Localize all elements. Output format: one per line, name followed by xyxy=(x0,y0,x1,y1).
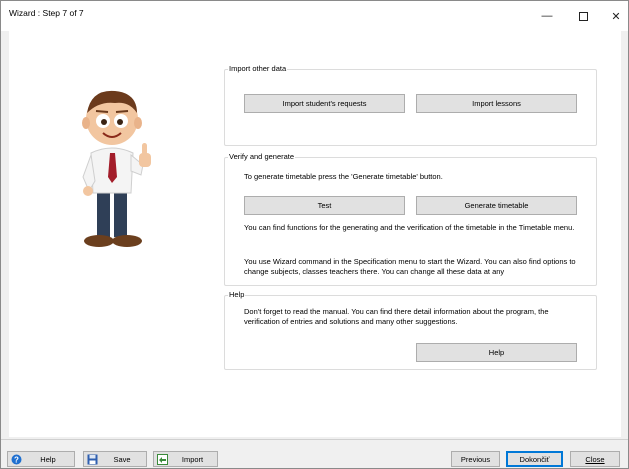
help-group-button[interactable]: Help xyxy=(416,343,577,362)
mascot-shoe-right xyxy=(112,235,142,247)
footer-import-label: Import xyxy=(181,454,204,464)
import-group-title: Import other data xyxy=(228,64,288,73)
wizard-content: Import other data Import student's reque… xyxy=(9,31,621,437)
footer-help-label: Help xyxy=(40,454,56,464)
import-lessons-button[interactable]: Import lessons xyxy=(416,94,577,113)
footer-separator xyxy=(1,439,628,440)
manual-info-text: Don't forget to read the manual. You can… xyxy=(244,307,549,326)
mascot-illustration xyxy=(82,90,151,247)
mascot-leg-right xyxy=(114,189,127,237)
title-bar: Wizard : Step 7 of 7 — ✕ xyxy=(1,1,628,31)
previous-button[interactable]: Previous xyxy=(451,451,500,467)
wizard-window: Wizard : Step 7 of 7 — ✕ Import other da… xyxy=(0,0,629,469)
wizard-info-text: You use Wizard command in the Specificat… xyxy=(244,257,576,276)
maximize-icon xyxy=(578,11,588,21)
mascot-brow-right xyxy=(115,110,129,113)
mascot-thumb xyxy=(142,143,147,155)
close-icon: ✕ xyxy=(611,10,621,23)
footer-help-button[interactable]: ? Help xyxy=(7,451,75,467)
mascot-thumb-hand xyxy=(139,153,151,167)
generate-intro-text: To generate timetable press the 'Generat… xyxy=(244,172,443,181)
finish-button[interactable]: Dokončiť xyxy=(506,451,563,467)
test-button[interactable]: Test xyxy=(244,196,405,215)
help-group-title: Help xyxy=(228,290,246,299)
generate-timetable-button[interactable]: Generate timetable xyxy=(416,196,577,215)
close-button-label: Close xyxy=(585,454,605,464)
close-button[interactable]: Close xyxy=(570,451,620,467)
footer-save-button[interactable]: Save xyxy=(83,451,147,467)
mascot-ear-left xyxy=(82,117,90,129)
verify-group-title: Verify and generate xyxy=(228,152,296,161)
minimize-button[interactable]: — xyxy=(529,1,565,31)
mascot-leg-left xyxy=(97,189,110,237)
close-window-button[interactable]: ✕ xyxy=(598,1,629,31)
window-title: Wizard : Step 7 of 7 xyxy=(9,8,84,18)
maximize-button[interactable] xyxy=(565,1,601,31)
functions-info-text: You can find functions for the generatin… xyxy=(244,223,575,232)
footer-import-button[interactable]: Import xyxy=(153,451,218,467)
mascot-ear-right xyxy=(134,117,142,129)
mascot-pupil-right xyxy=(117,119,123,125)
mascot-shoe-left xyxy=(84,235,114,247)
mascot-pupil-left xyxy=(101,119,107,125)
mascot-brow-left xyxy=(95,110,109,113)
footer-save-label: Save xyxy=(113,454,131,464)
mascot-hand-left xyxy=(83,186,93,196)
import-requests-button[interactable]: Import student's requests xyxy=(244,94,405,113)
minimize-icon: — xyxy=(541,10,553,22)
